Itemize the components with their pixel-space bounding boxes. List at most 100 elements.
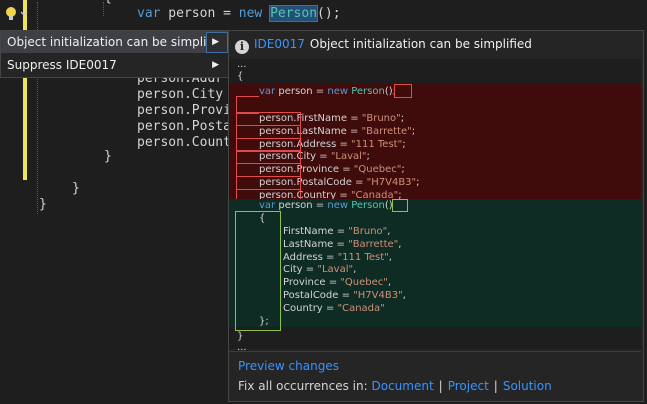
keyword-var: var <box>259 200 276 211</box>
string-literal: "H7V4B3" <box>366 177 417 188</box>
code-brace-inner: } <box>104 149 112 164</box>
statement-end: ; <box>366 151 370 163</box>
keyword-new: new <box>327 86 349 97</box>
code-line: person.Count <box>137 135 231 150</box>
initializer-line: PostalCode = "H7V4B3", <box>283 290 406 303</box>
separator: , <box>387 226 391 237</box>
code-diff-preview: ... { var person = new Person(); person.… <box>229 59 641 353</box>
assign-op: = <box>347 113 362 124</box>
diagnostic-id-link[interactable]: IDE0017 <box>254 37 305 51</box>
statement-end: ; <box>411 125 416 137</box>
separator: , <box>398 238 402 250</box>
statement-end: ; <box>416 177 420 188</box>
initializer-line: Country = "Canada" <box>283 303 385 316</box>
assign-op: = <box>322 251 338 263</box>
string-literal: "111 Test" <box>351 138 403 150</box>
type-person: Person <box>351 200 385 211</box>
fix-all-document-link[interactable]: Document <box>372 379 434 393</box>
separator: , <box>388 251 392 263</box>
brace-open: { <box>237 71 244 82</box>
assign-op: = <box>351 177 367 188</box>
property-name: City <box>283 264 303 276</box>
separator: , <box>402 290 406 301</box>
added-marker <box>235 211 281 331</box>
preview-changes-link[interactable]: Preview changes <box>238 359 339 373</box>
lightbulb-icon <box>6 7 28 20</box>
assign-op: = <box>325 277 341 289</box>
chevron-right-icon: ▶ <box>212 37 219 47</box>
ellipsis-top: ... <box>237 59 247 70</box>
assign-op: = <box>336 138 352 150</box>
fix-all-project-link[interactable]: Project <box>448 379 489 393</box>
code-line: person.Posta <box>137 119 231 134</box>
code-brace-top: { <box>104 0 112 6</box>
var-name: person = <box>160 6 239 21</box>
initializer-line: LastName = "Barrette", <box>283 239 401 252</box>
preview-header: i IDE0017 Object initialization can be sim… <box>235 37 532 55</box>
string-literal: "H7V4B3" <box>353 290 403 301</box>
initializer-line: Address = "111 Test", <box>283 252 392 265</box>
menu-item-simplify-initialization[interactable]: Object initialization can be simplified … <box>1 31 229 53</box>
code-rest: (); <box>317 6 341 21</box>
type-person: Person <box>351 86 385 97</box>
menu-item-label: Suppress IDE0017 <box>7 58 117 72</box>
footer-divider <box>229 351 641 352</box>
string-literal: "Quebec" <box>353 164 402 176</box>
string-literal: "Bruno" <box>361 113 401 124</box>
string-literal: "Bruno" <box>348 226 388 237</box>
assign-op: = <box>333 226 349 237</box>
code-text: person = <box>275 200 328 211</box>
added-marker <box>392 199 408 212</box>
preview-popup: i IDE0017 Object initialization can be sim… <box>228 30 644 402</box>
added-close: }; <box>259 316 269 327</box>
string-literal: "Laval" <box>330 151 367 163</box>
string-literal: "Barrette" <box>361 125 412 137</box>
removed-marker <box>394 84 412 98</box>
separator: , <box>387 277 392 289</box>
assign-op: = <box>339 164 354 176</box>
keyword-new: new <box>238 6 263 21</box>
menu-item-label: Object initialization can be simplified <box>7 35 229 49</box>
assign-op: = <box>338 290 354 301</box>
code-line: person.Provi <box>137 103 231 118</box>
fix-all-solution-link[interactable]: Solution <box>503 379 552 393</box>
property-name: Address <box>283 251 323 263</box>
assign-op: = <box>302 264 318 276</box>
assign-op: = <box>346 125 362 137</box>
statement-end: ; <box>402 138 406 150</box>
property-name: Province <box>283 277 326 289</box>
code-line-declaration: var person = new Person(); <box>137 5 341 22</box>
string-literal: "Laval" <box>317 264 354 276</box>
fix-all-label: Fix all occurrences in: <box>238 379 368 393</box>
assign-op: = <box>333 238 349 250</box>
code-text: person = <box>275 86 328 97</box>
chevron-right-icon: ▶ <box>212 60 219 70</box>
menu-item-suppress[interactable]: Suppress IDE0017 ▶ <box>1 54 229 76</box>
preview-changes-row: Preview changes <box>238 359 339 373</box>
string-literal: "Quebec" <box>340 277 388 289</box>
ellipsis-bottom: ... <box>237 342 247 353</box>
string-literal: "Barrette" <box>348 238 399 250</box>
change-marker <box>23 0 27 180</box>
statement-end: ; <box>400 113 405 124</box>
scope-separator: | <box>438 379 443 393</box>
assign-op: = <box>322 302 338 314</box>
code-brace-outer: } <box>39 197 47 212</box>
lightbulb-button[interactable] <box>3 4 29 24</box>
keyword-var: var <box>137 6 161 21</box>
property-name: FirstName <box>283 226 334 237</box>
code-line: person.City <box>137 87 224 102</box>
statement-end: ; <box>401 164 405 176</box>
property-name: LastName <box>283 238 334 250</box>
removed-declaration: var person = new Person(); <box>259 86 396 99</box>
type-person[interactable]: Person <box>269 5 319 22</box>
string-literal: "111 Test" <box>337 251 389 263</box>
property-name: PostalCode <box>283 290 339 301</box>
assign-op: = <box>316 151 331 163</box>
initializer-line: City = "Laval", <box>283 264 356 277</box>
code-brace-mid: } <box>72 181 80 196</box>
diagnostic-title: Object initialization can be simplified <box>309 37 532 51</box>
keyword-new: new <box>327 200 349 211</box>
string-literal: "Canada" <box>337 302 385 314</box>
initializer-line: Province = "Quebec", <box>283 277 391 290</box>
